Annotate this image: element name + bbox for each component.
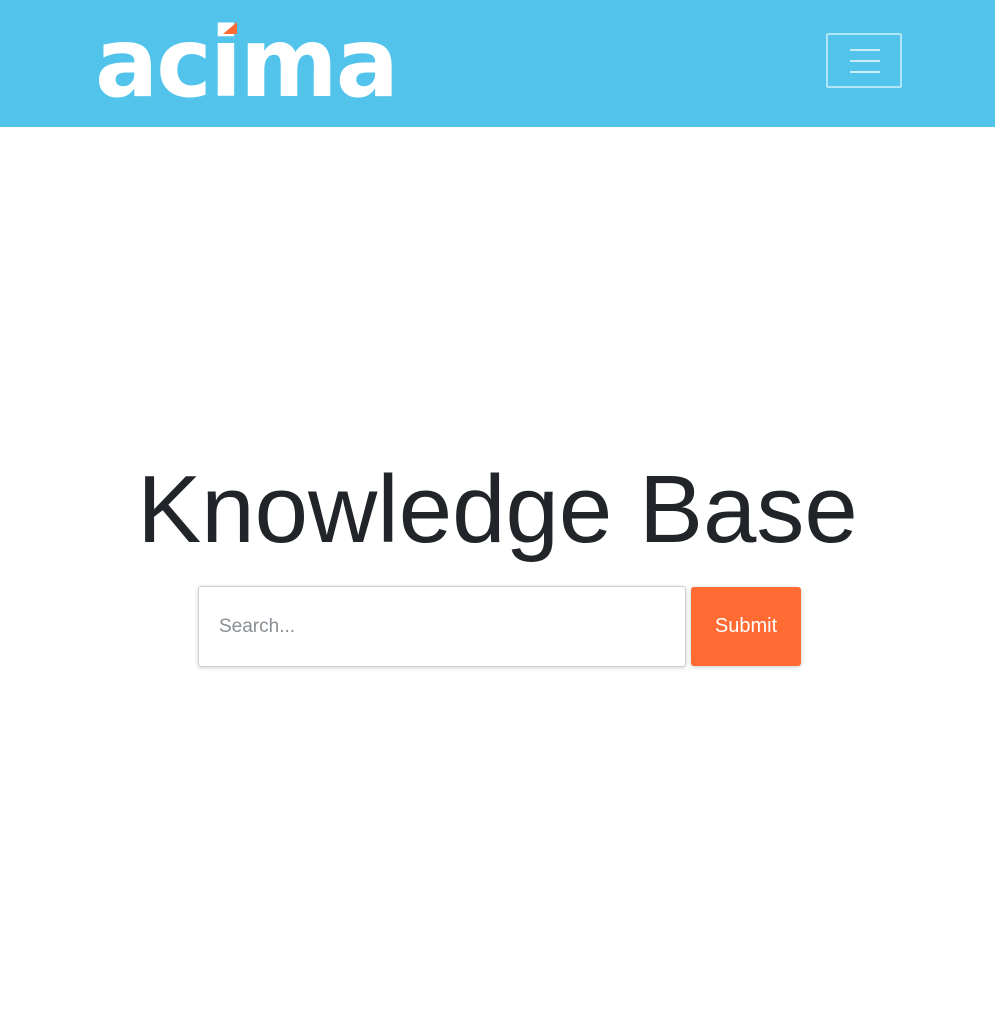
logo-graphic: acima [95, 7, 399, 119]
submit-button[interactable]: Submit [691, 587, 801, 666]
acima-logo[interactable]: acima [95, 7, 399, 119]
menu-toggle-button[interactable] [826, 33, 902, 88]
search-input[interactable] [198, 586, 686, 667]
logo-wordmark: acima [95, 22, 397, 98]
navbar: acima [0, 0, 995, 127]
page-title: Knowledge Base [137, 456, 858, 563]
